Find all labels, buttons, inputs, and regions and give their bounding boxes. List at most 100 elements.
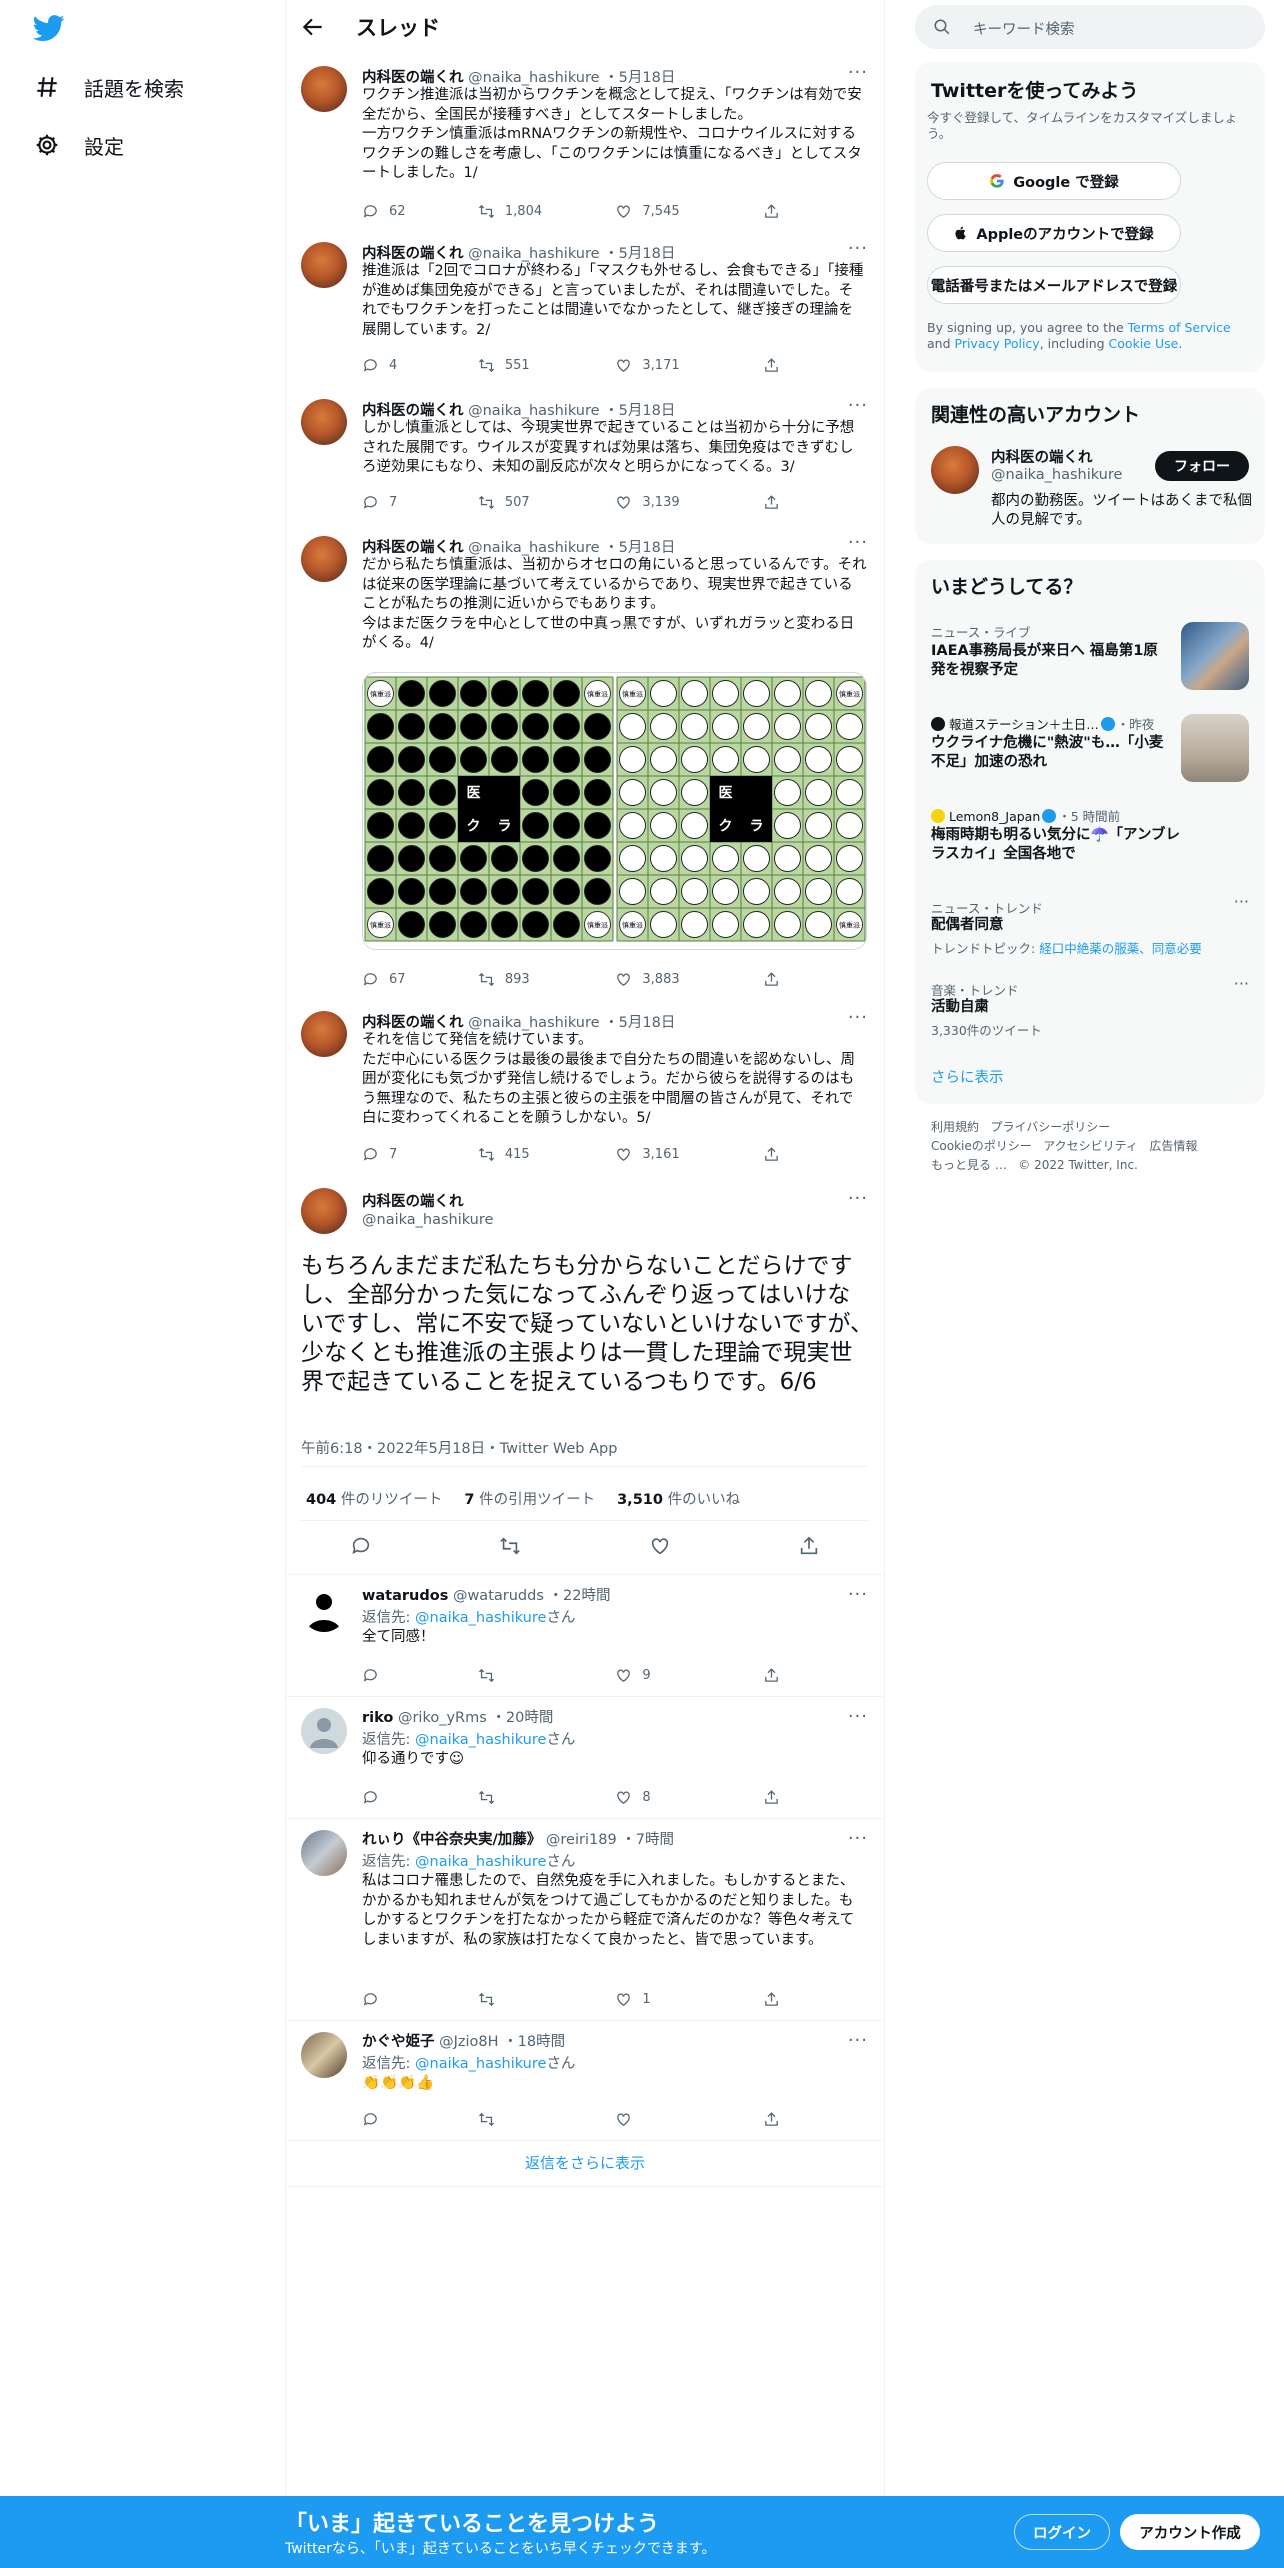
avatar[interactable] [301,1586,347,1632]
footer-link[interactable]: 利用規約 [931,1120,979,1134]
reply-button[interactable]: 62 [362,200,478,222]
retweet-button[interactable] [478,2108,616,2130]
show-more-replies-link[interactable]: 返信をさらに表示 [286,2152,884,2173]
nav-explore[interactable]: 話題を検索 [34,64,184,110]
more-options-icon[interactable]: ··· [1234,974,1249,993]
author-handle[interactable]: @naika_hashikure [468,246,599,262]
footer-link[interactable]: Cookieのポリシー [931,1139,1032,1153]
author-handle[interactable]: @naika_hashikure [468,540,599,556]
like-button[interactable]: 8 [615,1786,762,1808]
reply-button[interactable] [362,1664,478,1686]
avatar[interactable] [301,2032,347,2078]
avatar[interactable] [301,1830,347,1876]
reply-button[interactable]: 7 [362,1143,478,1165]
reply-button[interactable] [362,2108,478,2130]
tweet-date[interactable]: 5月18日 [619,1015,676,1031]
like-button[interactable]: 9 [615,1664,762,1686]
more-options-icon[interactable]: ··· [848,62,868,83]
more-options-icon[interactable]: ··· [848,1007,868,1028]
more-options-icon[interactable]: ··· [848,1828,868,1849]
retweet-button[interactable] [478,1786,616,1808]
tweet-date[interactable]: 5月18日 [619,70,676,86]
privacy-link[interactable]: Privacy Policy [955,336,1040,351]
author-name[interactable]: 内科医の端くれ [362,540,464,556]
quote-stat[interactable]: 7 件の引用ツイート [464,1488,595,1509]
retweet-button[interactable]: 415 [478,1143,616,1165]
share-button[interactable] [763,968,802,990]
avatar[interactable] [301,66,347,112]
author-name[interactable]: watarudos [362,1588,448,1604]
avatar[interactable] [301,1011,347,1057]
tweet-date[interactable]: 5月18日 [619,246,676,262]
reply-icon[interactable] [350,1535,372,1557]
reply-tweet-4[interactable]: かぐや姫子 @Jzio8H ・18時間 ··· 返信先: @naika_hash… [286,2022,884,2138]
like-button[interactable]: 3,883 [615,968,762,990]
like-button[interactable]: 3,171 [615,354,762,376]
othello-board-image[interactable]: 慎重派 慎重派 慎重派 慎重派医クラ慎重派 慎重派 慎重派 慎重派医クラ [362,672,867,950]
share-button[interactable] [763,1786,802,1808]
tweet-time[interactable]: 7時間 [636,1832,674,1848]
author-name[interactable]: 内科医の端くれ [362,246,464,262]
tweet-timestamp[interactable]: 午前6:18・2022年5月18日・Twitter Web App [301,1437,617,1458]
relevant-handle[interactable]: @naika_hashikure [991,467,1122,483]
retweet-stat[interactable]: 404 件のリツイート [306,1488,442,1509]
google-signup-button[interactable]: Google で登録 [927,162,1181,200]
more-options-icon[interactable]: ··· [848,1188,868,1209]
signup-button[interactable]: アカウント作成 [1120,2514,1260,2550]
reply-to-link[interactable]: @naika_hashikure [415,1610,546,1626]
tweet-date[interactable]: 5月18日 [619,403,676,419]
heart-icon[interactable] [649,1535,671,1557]
retweet-button[interactable]: 893 [478,968,616,990]
more-options-icon[interactable]: ··· [848,2030,868,2051]
retweet-button[interactable]: 507 [478,491,616,513]
more-options-icon[interactable]: ··· [848,1706,868,1727]
author-name[interactable]: 内科医の端くれ [362,403,464,419]
footer-link[interactable]: もっと見る … [931,1158,1007,1172]
login-button[interactable]: ログイン [1014,2514,1110,2550]
reply-to-link[interactable]: @naika_hashikure [415,1854,546,1870]
retweet-button[interactable] [478,1664,616,1686]
author-name[interactable]: 内科医の端くれ [362,1015,464,1031]
trends-show-more-link[interactable]: さらに表示 [931,1066,1004,1087]
like-button[interactable]: 3,139 [615,491,762,513]
retweet-button[interactable]: 1,804 [478,200,616,222]
thread-tweet-4[interactable]: 内科医の端くれ @naika_hashikure ・5月18日 ··· だから私… [286,530,884,990]
reply-button[interactable]: 7 [362,491,478,513]
back-arrow-icon[interactable] [300,14,326,40]
share-button[interactable] [763,1988,802,2010]
like-button[interactable] [615,2108,762,2130]
like-button[interactable]: 1 [615,1988,762,2010]
cookie-link[interactable]: Cookie Use [1109,336,1179,351]
footer-link[interactable]: アクセシビリティ [1043,1139,1138,1153]
author-name[interactable]: 内科医の端くれ [362,1190,464,1211]
tweet-time[interactable]: 22時間 [563,1588,610,1604]
avatar[interactable] [301,1188,347,1234]
reply-button[interactable] [362,1988,478,2010]
author-name[interactable]: れぃり《中谷奈央実/加藤》 [362,1832,541,1848]
author-handle[interactable]: @naika_hashikure [468,403,599,419]
author-handle[interactable]: @naika_hashikure [468,70,599,86]
share-icon[interactable] [798,1535,820,1557]
share-button[interactable] [763,2108,802,2130]
nav-settings[interactable]: 設定 [34,122,124,168]
author-name[interactable]: 内科医の端くれ [362,70,464,86]
author-name[interactable]: riko [362,1710,393,1726]
author-handle[interactable]: @naika_hashikure [362,1212,493,1228]
retweet-button[interactable]: 551 [478,354,616,376]
share-button[interactable] [763,491,802,513]
thread-tweet-2[interactable]: 内科医の端くれ @naika_hashikure ・5月18日 ··· 推進派は… [286,236,884,376]
more-options-icon[interactable]: ··· [848,238,868,259]
footer-link[interactable]: プライバシーポリシー [990,1120,1110,1134]
more-options-icon[interactable]: ··· [848,1584,868,1605]
author-handle[interactable]: @naika_hashikure [468,1015,599,1031]
avatar[interactable] [301,399,347,445]
phone-email-signup-button[interactable]: 電話番号またはメールアドレスで登録 [927,266,1181,304]
like-button[interactable]: 7,545 [615,200,762,222]
more-options-icon[interactable]: ··· [848,532,868,553]
avatar[interactable] [301,1708,347,1754]
author-handle[interactable]: @Jzio8H [439,2034,498,2050]
retweet-button[interactable] [478,1988,616,2010]
reply-button[interactable] [362,1786,478,1808]
tweet-time[interactable]: 18時間 [518,2034,565,2050]
follow-button[interactable]: フォロー [1155,451,1249,481]
